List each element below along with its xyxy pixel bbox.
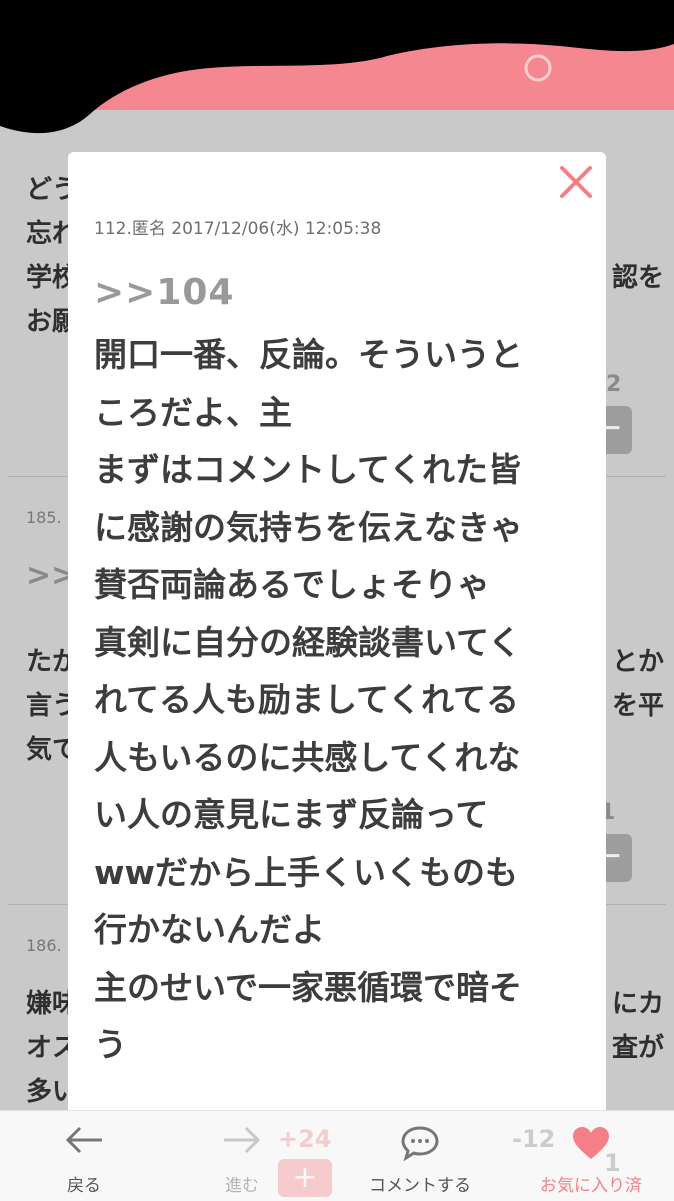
comment-body: 開口一番、反論。そういうと ころだよ、主 まずはコメントしてくれた皆 に感謝の気… <box>94 326 564 1074</box>
speech-bubble-icon <box>401 1126 439 1161</box>
forward-button[interactable]: 進む <box>192 1111 292 1201</box>
post-meta: 186. <box>26 936 62 955</box>
bottom-toolbar: +24 + -12 1 戻る 進む コメントする お気に入り済 <box>0 1110 674 1201</box>
close-icon <box>560 166 592 198</box>
comment-line: ころだよ、主 <box>94 392 292 432</box>
comment-line: 行かないんだよ <box>94 910 325 949</box>
forward-label: 進む <box>225 1176 259 1196</box>
comment-meta: 112.匿名 2017/12/06(水) 12:05:38 <box>94 219 382 239</box>
comment-line: に感謝の気持ちを伝えなきゃ <box>94 507 523 547</box>
comment-line: れてる人も励ましてくれてる <box>94 680 520 719</box>
close-button[interactable] <box>554 160 598 204</box>
favorite-label: お気に入り済 <box>540 1176 642 1196</box>
comment-button[interactable]: コメントする <box>350 1111 490 1201</box>
comment-line: 真剣に自分の経験談書いてく <box>94 622 522 662</box>
back-label: 戻る <box>67 1176 101 1196</box>
feed-post-line: を平 <box>612 691 665 721</box>
vote-count: 2 <box>606 372 622 397</box>
comment-popup: 112.匿名 2017/12/06(水) 12:05:38 >>104 開口一番… <box>68 152 606 1132</box>
comment-line: 主のせいで一家悪循環で暗そ <box>94 967 523 1007</box>
feed-post-line: とか <box>612 647 665 677</box>
favorite-button[interactable]: お気に入り済 <box>526 1111 656 1201</box>
feed-post-line: にカ <box>612 989 665 1019</box>
arrow-right-icon <box>224 1126 261 1154</box>
comment-line: う <box>94 1025 127 1064</box>
comment-line: い人の意見にまず反論って <box>94 795 489 834</box>
heart-icon <box>573 1127 609 1159</box>
back-button[interactable]: 戻る <box>34 1111 134 1201</box>
feed-post-line: 査が <box>612 1033 665 1063</box>
arrow-left-icon <box>65 1126 102 1154</box>
feed-post-line: 認を <box>612 263 665 293</box>
post-meta: 185. <box>26 508 62 527</box>
reply-anchor-link[interactable]: >>104 <box>94 272 234 313</box>
comment-line: まずはコメントしてくれた皆 <box>94 450 522 489</box>
comment-label: コメントする <box>369 1176 471 1196</box>
comment-line: 人もいるのに共感してくれな <box>94 737 521 777</box>
comment-line: 開口一番、反論。そういうと <box>94 335 523 374</box>
comment-line: wwだから上手くいくものも <box>94 852 518 892</box>
comment-line: 賛否両論あるでしょそりゃ <box>94 565 490 604</box>
